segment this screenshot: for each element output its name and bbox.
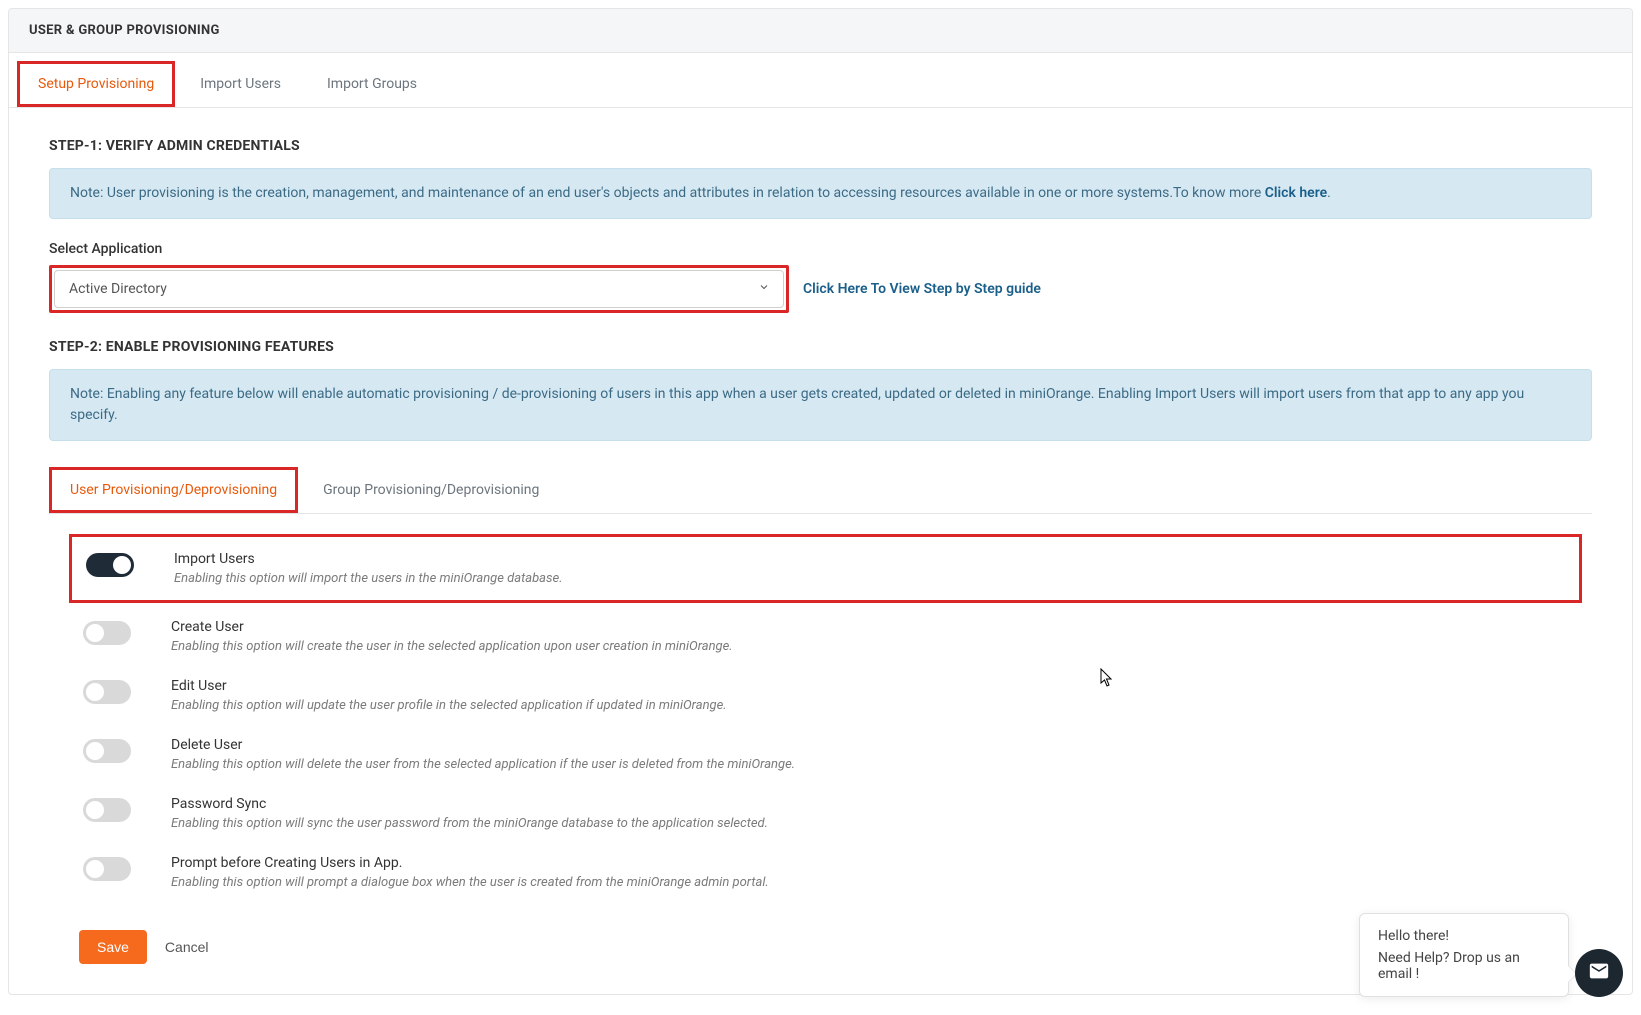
feature-text: Edit User Enabling this option will updat… (171, 678, 727, 713)
cancel-button[interactable]: Cancel (165, 939, 209, 955)
tab-setup-provisioning[interactable]: Setup Provisioning (17, 61, 175, 107)
feature-row: Create User Enabling this option will cre… (79, 607, 1582, 666)
step2-note: Note: Enabling any feature below will en… (49, 369, 1592, 441)
feature-title: Import Users (174, 551, 563, 567)
mail-icon (1588, 960, 1610, 986)
feature-description: Enabling this option will delete the use… (171, 757, 795, 772)
provisioning-type-tabs: User Provisioning/Deprovisioning Group P… (49, 467, 1592, 514)
feature-title: Password Sync (171, 796, 768, 812)
feature-list: Import Users Enabling this option will im… (49, 514, 1592, 912)
select-application-row: Active Directory Click Here To View Step… (49, 265, 1592, 313)
feature-row: Import Users Enabling this option will im… (69, 534, 1582, 603)
feature-toggle[interactable] (83, 798, 131, 822)
feature-description: Enabling this option will create the use… (171, 639, 733, 654)
tab-import-users[interactable]: Import Users (179, 61, 302, 107)
feature-description: Enabling this option will sync the user … (171, 816, 768, 831)
feature-row: Password Sync Enabling this option will s… (79, 784, 1582, 843)
help-popover: Hello there! Need Help? Drop us an email… (1359, 913, 1569, 997)
feature-description: Enabling this option will update the use… (171, 698, 727, 713)
step1-note: Note: User provisioning is the creation,… (49, 168, 1592, 219)
tab-import-groups[interactable]: Import Groups (306, 61, 438, 107)
feature-title: Create User (171, 619, 733, 635)
main-tab-bar: Setup Provisioning Import Users Import G… (9, 61, 1632, 108)
feature-toggle[interactable] (83, 680, 131, 704)
feature-toggle[interactable] (83, 857, 131, 881)
feature-description: Enabling this option will import the use… (174, 571, 563, 586)
panel-content: STEP-1: VERIFY ADMIN CREDENTIALS Note: U… (9, 108, 1632, 994)
feature-toggle[interactable] (83, 621, 131, 645)
tab-group-provisioning[interactable]: Group Provisioning/Deprovisioning (302, 467, 560, 513)
provisioning-panel: USER & GROUP PROVISIONING Setup Provisio… (8, 8, 1633, 995)
feature-row: Edit User Enabling this option will updat… (79, 666, 1582, 725)
help-fab-button[interactable] (1575, 949, 1623, 997)
feature-description: Enabling this option will prompt a dialo… (171, 875, 769, 890)
feature-row: Delete User Enabling this option will del… (79, 725, 1582, 784)
step2-title: STEP-2: ENABLE PROVISIONING FEATURES (49, 339, 1592, 355)
step1-note-suffix: . (1327, 185, 1331, 201)
step1-title: STEP-1: VERIFY ADMIN CREDENTIALS (49, 138, 1592, 154)
step1-note-text: Note: User provisioning is the creation,… (70, 185, 1265, 201)
select-application-label: Select Application (49, 241, 1592, 257)
feature-toggle[interactable] (83, 739, 131, 763)
feature-text: Import Users Enabling this option will im… (174, 551, 563, 586)
feature-toggle[interactable] (86, 553, 134, 577)
tab-user-provisioning[interactable]: User Provisioning/Deprovisioning (49, 467, 298, 513)
feature-text: Create User Enabling this option will cre… (171, 619, 733, 654)
select-application-wrap: Active Directory (49, 265, 789, 313)
feature-text: Delete User Enabling this option will del… (171, 737, 795, 772)
feature-text: Prompt before Creating Users in App. Enab… (171, 855, 769, 890)
help-prompt: Need Help? Drop us an email ! (1378, 950, 1550, 982)
save-button[interactable]: Save (79, 930, 147, 964)
step1-note-link[interactable]: Click here (1265, 185, 1327, 201)
step-by-step-guide-link[interactable]: Click Here To View Step by Step guide (803, 281, 1041, 297)
feature-text: Password Sync Enabling this option will s… (171, 796, 768, 831)
feature-title: Prompt before Creating Users in App. (171, 855, 769, 871)
feature-title: Delete User (171, 737, 795, 753)
select-application[interactable]: Active Directory (54, 270, 784, 308)
help-greeting: Hello there! (1378, 928, 1550, 944)
feature-row: Prompt before Creating Users in App. Enab… (79, 843, 1582, 902)
panel-title: USER & GROUP PROVISIONING (9, 9, 1632, 53)
feature-title: Edit User (171, 678, 727, 694)
